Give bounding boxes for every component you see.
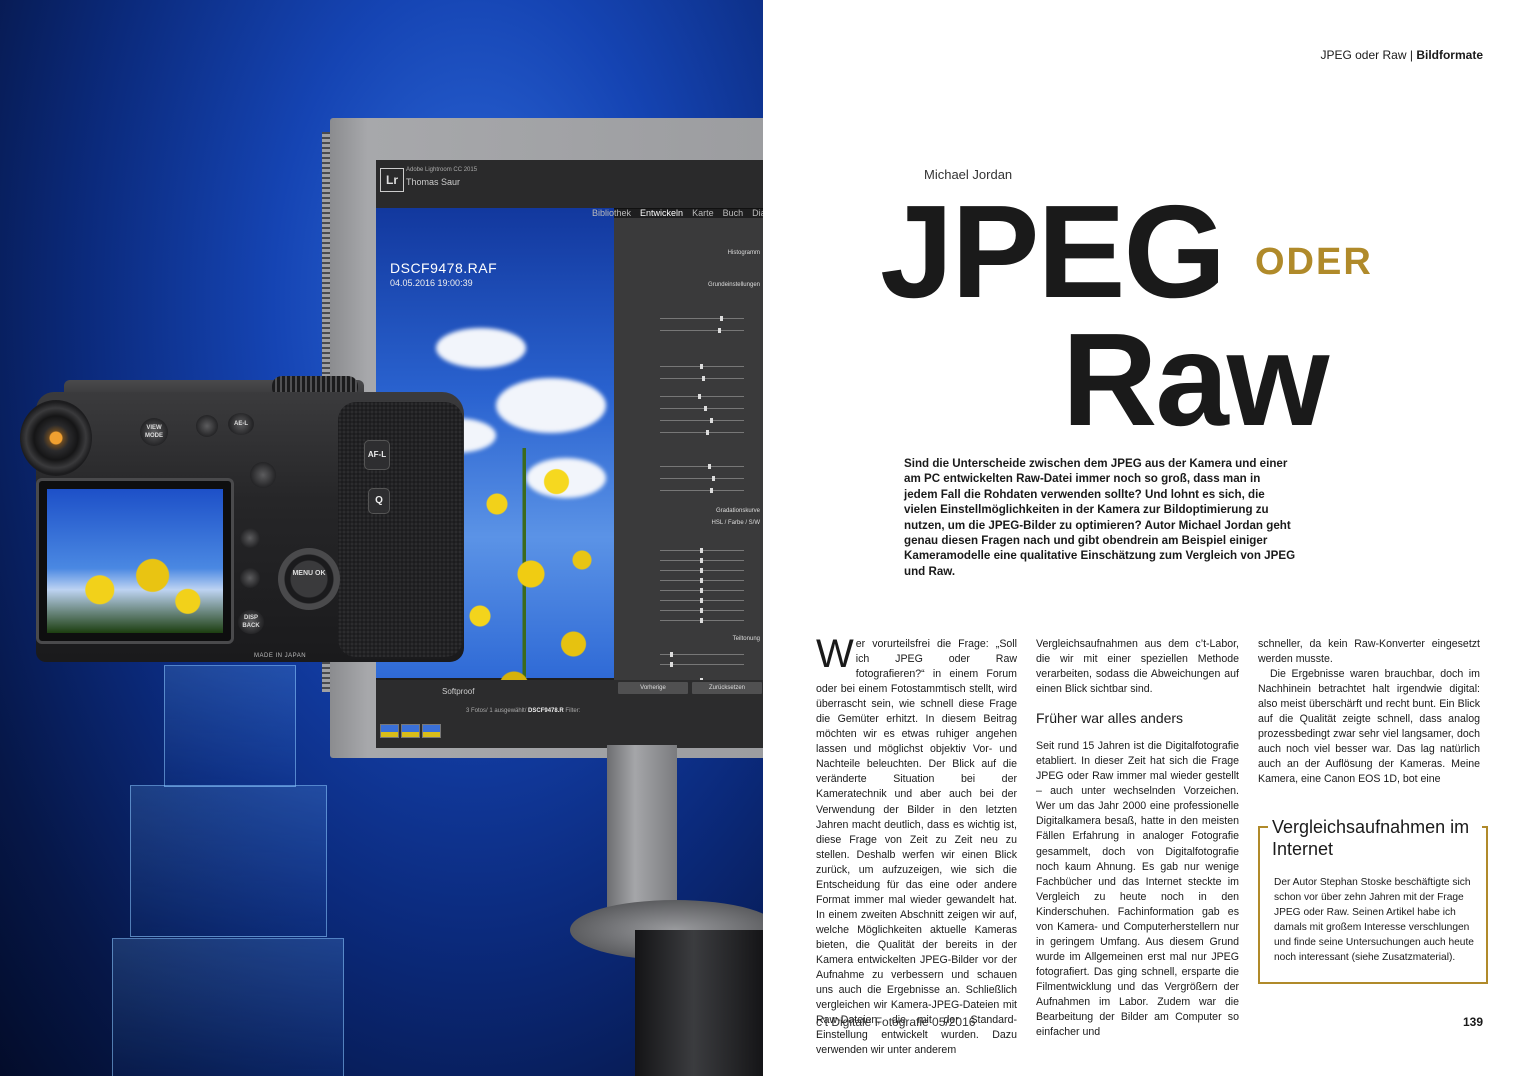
- af-l-button: AF-L: [364, 440, 390, 470]
- title-jpeg: JPEG: [880, 178, 1226, 325]
- made-in-japan-label: MADE IN JAPAN: [254, 653, 307, 659]
- cover-photo: Lr Adobe Lightroom CC 2015 Thomas Saur D…: [0, 0, 763, 1076]
- title-oder: ODER: [1255, 241, 1373, 283]
- lightroom-bottom-bar: Softproof Vorherige Zurücksetzen 3 Fotos…: [376, 680, 763, 748]
- body-text-2: Seit rund 15 Jahren ist die Digitalfotog…: [1036, 740, 1239, 1039]
- panel-tone-curve: Gradationskurve: [715, 508, 760, 514]
- panel-histogram: Histogramm: [727, 250, 760, 256]
- play-button: [240, 528, 260, 548]
- body-text-1: er vorurteilsfrei die Frage: „Soll ich J…: [816, 638, 1017, 1057]
- ae-l-button: AE-L: [228, 413, 254, 435]
- body-column-1: Wer vorurteilsfrei die Frage: „Soll ich …: [816, 632, 1017, 1058]
- lightroom-logo: Lr: [380, 168, 404, 192]
- body-text-3b: Die Ergebnisse waren brauchbar, doch im …: [1258, 668, 1480, 786]
- glass-pedestal-middle: [130, 785, 327, 937]
- module-entwickeln: Entwickeln: [640, 208, 684, 218]
- menu-ok-label: MENU OK: [292, 570, 326, 577]
- viewfinder-icon: [20, 400, 92, 476]
- footer-publication: c’t Digitale Fotografie 05/2016: [816, 1015, 976, 1029]
- monitor-stand-pillar: [635, 930, 763, 1076]
- previous-settings-button: Vorherige: [618, 682, 688, 694]
- sidebar-box-title: Vergleichsaufnahmen im Internet: [1268, 816, 1482, 860]
- header-category: Bildformate: [1416, 48, 1483, 62]
- module-diashow: Diashow: [752, 208, 763, 218]
- body-text-3a: schneller, da kein Raw-Konverter eingese…: [1258, 638, 1480, 666]
- lightroom-module-bar: Bibliothek Entwickeln Karte Buch Diashow: [592, 208, 763, 218]
- view-mode-button: VIEW MODE: [140, 418, 168, 446]
- preview-file-name: DSCF9478.RAF: [390, 260, 498, 276]
- camera-grip: [338, 402, 463, 657]
- q-button: Q: [368, 488, 390, 514]
- lightroom-user: Thomas Saur: [406, 177, 461, 187]
- panel-split-toning: Teiltonung: [732, 636, 760, 642]
- preview-file-date: 04.05.2016 19:00:39: [390, 278, 473, 288]
- lightroom-topbar: Lr Adobe Lightroom CC 2015 Thomas Saur: [376, 160, 763, 209]
- filmstrip-thumbnails: [380, 724, 441, 738]
- module-buch: Buch: [722, 208, 744, 218]
- page-number: 139: [1462, 1015, 1483, 1029]
- record-button: [196, 415, 218, 437]
- camera-lcd: [36, 478, 234, 644]
- running-header: JPEG oder Raw | Bildformate: [1000, 48, 1483, 62]
- module-karte: Karte: [692, 208, 714, 218]
- reset-button: Zurücksetzen: [692, 682, 762, 694]
- panel-basic: Grundeinstellungen: [707, 282, 760, 288]
- lead-paragraph: Sind die Unterscheide zwischen dem JPEG …: [904, 457, 1296, 578]
- sidebar-box-text: Der Autor Stephan Stoske beschäftigte si…: [1274, 877, 1474, 963]
- subheading: Früher war alles anders: [1036, 710, 1184, 727]
- title-raw: Raw: [1062, 306, 1329, 453]
- body-text-2-intro: Vergleichsaufnahmen aus dem c’t-Labor, d…: [1036, 638, 1239, 696]
- filmstrip-info: 3 Fotos/ 1 ausgewählt/ DSCF9478.R Filter…: [466, 708, 581, 714]
- command-dial-icon: [250, 462, 276, 488]
- drop-cap: W: [816, 632, 854, 676]
- header-separator: |: [1409, 48, 1413, 62]
- develop-panel: Histogramm Grundeinstellungen Gradations…: [614, 218, 763, 698]
- glass-pedestal-bottom: [112, 938, 344, 1076]
- body-column-2: Vergleichsaufnahmen aus dem c’t-Labor, d…: [1036, 637, 1239, 1040]
- camera-lcd-image: [47, 489, 223, 633]
- body-column-3: schneller, da kein Raw-Konverter eingese…: [1258, 637, 1480, 787]
- menu-ok-ring: [278, 548, 340, 610]
- lightroom-app-name: Adobe Lightroom CC 2015: [406, 167, 478, 173]
- disp-back-button: DISP BACK: [238, 610, 264, 634]
- softproof-label: Softproof: [442, 687, 475, 696]
- trash-button: [240, 568, 260, 588]
- header-section: JPEG oder Raw: [1320, 48, 1407, 62]
- glass-pedestal-top: [164, 665, 296, 787]
- panel-hsl: HSL / Farbe / S/W: [711, 520, 760, 526]
- module-bibliothek: Bibliothek: [592, 208, 632, 218]
